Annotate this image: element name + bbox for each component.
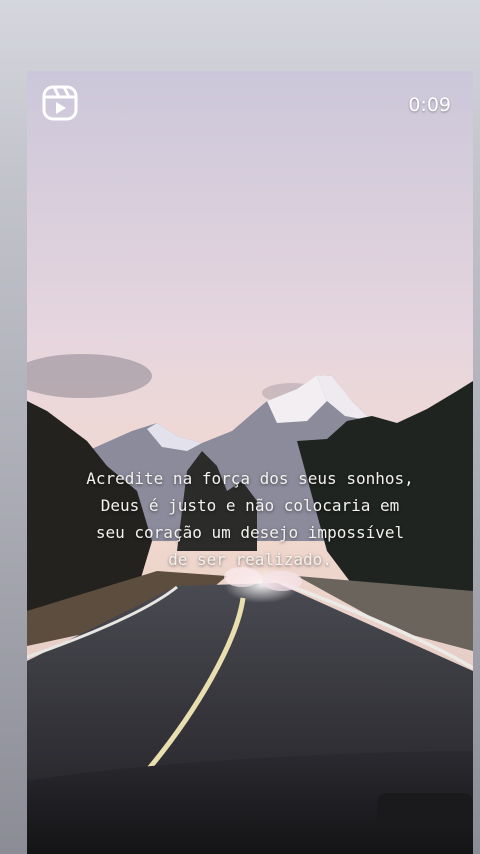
video-background-image — [27, 71, 473, 854]
reel-video-frame[interactable]: 0:09 Acredite na força dos seus sonhos, … — [27, 71, 473, 854]
caption-line: Acredite na força dos seus sonhos, — [86, 469, 414, 488]
reels-icon[interactable] — [42, 85, 78, 121]
caption-line: Deus é justo e não colocaria em — [100, 496, 400, 515]
caption-line: de ser realizado. — [168, 550, 332, 569]
caption-line: seu coração um desejo impossível — [95, 523, 405, 542]
video-timestamp: 0:09 — [408, 94, 451, 116]
video-caption-text: Acredite na força dos seus sonhos, Deus … — [67, 465, 433, 573]
